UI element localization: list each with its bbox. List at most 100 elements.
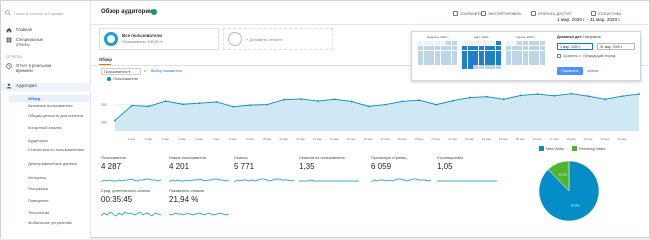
calendar-day[interactable] bbox=[423, 45, 429, 51]
calendar-day[interactable] bbox=[423, 50, 429, 55]
export-button[interactable]: ЭКСПОРТИРОВАТЬ bbox=[481, 11, 522, 16]
calendar-day[interactable] bbox=[467, 60, 473, 65]
sidebar-subitem-demographics[interactable]: Демографические данные bbox=[28, 161, 86, 167]
calendar-feb[interactable] bbox=[418, 41, 458, 65]
calendar-day[interactable] bbox=[539, 41, 545, 46]
calendar-day[interactable] bbox=[511, 55, 517, 60]
calendar-day[interactable] bbox=[446, 45, 452, 51]
calendar-day[interactable] bbox=[479, 45, 485, 51]
metric-select[interactable]: Пользователи ▾ bbox=[101, 68, 141, 75]
calendar-apr[interactable] bbox=[506, 41, 546, 65]
sidebar-subitem-active-users[interactable]: Активные пользователи bbox=[28, 103, 86, 109]
calendar-day[interactable] bbox=[473, 50, 479, 55]
metric-tile[interactable]: Сеансы 5 771 bbox=[234, 156, 294, 186]
calendar-day[interactable] bbox=[539, 45, 545, 51]
calendar-day[interactable] bbox=[418, 45, 424, 51]
calendar-day[interactable] bbox=[523, 50, 529, 55]
calendar-day[interactable] bbox=[446, 60, 452, 65]
calendar-day[interactable] bbox=[484, 55, 490, 60]
calendar-day[interactable] bbox=[490, 64, 496, 70]
calendar-day[interactable] bbox=[435, 60, 441, 65]
metric-tile[interactable]: Сред. длительность сеанса 00:35:45 bbox=[101, 189, 161, 219]
calendar-day[interactable] bbox=[446, 50, 452, 55]
sidebar-item-realtime[interactable]: Отчет в реальном времени bbox=[1, 63, 91, 73]
add-segment-button[interactable]: + Добавить сегмент bbox=[223, 28, 333, 50]
calendar-day[interactable] bbox=[440, 50, 446, 55]
sidebar-subitem-technology[interactable]: Технологии bbox=[28, 210, 86, 216]
calendar-day[interactable] bbox=[506, 50, 512, 55]
calendar-day[interactable] bbox=[479, 64, 485, 70]
calendar-day[interactable] bbox=[467, 50, 473, 55]
calendar-day[interactable] bbox=[479, 55, 485, 60]
calendar-day[interactable] bbox=[534, 45, 540, 51]
calendar-day[interactable] bbox=[446, 41, 452, 46]
calendar-day[interactable] bbox=[440, 55, 446, 60]
segment-all-users[interactable]: Все пользователи Пользователи: 100,00 % bbox=[99, 28, 219, 50]
calendar-day[interactable] bbox=[429, 60, 435, 65]
calendar-day[interactable] bbox=[451, 60, 457, 65]
calendar-day[interactable] bbox=[467, 55, 473, 60]
calendar-mar[interactable] bbox=[462, 41, 502, 70]
calendar-day[interactable] bbox=[467, 45, 473, 51]
calendar-day[interactable] bbox=[495, 55, 501, 60]
calendar-day[interactable] bbox=[490, 41, 496, 46]
calendar-day[interactable] bbox=[534, 41, 540, 46]
calendar-day[interactable] bbox=[484, 64, 490, 70]
calendar-day[interactable] bbox=[435, 55, 441, 60]
sidebar-item-audience[interactable]: Аудитория bbox=[1, 83, 91, 91]
calendar-day[interactable] bbox=[479, 60, 485, 65]
share-button[interactable]: ОТКРЫТЬ ДОСТУП bbox=[531, 11, 571, 16]
calendar-day[interactable] bbox=[462, 50, 468, 55]
sidebar-subitem-overview[interactable]: Обзор bbox=[9, 95, 89, 102]
calendar-day[interactable] bbox=[539, 50, 545, 55]
calendar-day[interactable] bbox=[418, 50, 424, 55]
calendar-day[interactable] bbox=[517, 50, 523, 55]
calendar-day[interactable] bbox=[435, 50, 441, 55]
calendar-day[interactable] bbox=[534, 55, 540, 60]
save-button[interactable]: СОХРАНИТЬ bbox=[453, 11, 482, 16]
calendar-day[interactable] bbox=[479, 50, 485, 55]
calendar-day[interactable] bbox=[484, 50, 490, 55]
sidebar-subitem-interests[interactable]: Интересы bbox=[28, 175, 86, 181]
calendar-day[interactable] bbox=[517, 41, 523, 46]
calendar-day[interactable] bbox=[534, 60, 540, 65]
calendar-day[interactable] bbox=[429, 50, 435, 55]
metric-tile[interactable]: Новые пользователи 4 201 bbox=[169, 156, 229, 186]
sidebar-subitem-geo[interactable]: География bbox=[28, 186, 86, 192]
sidebar-subitem-cohort[interactable]: Когортный анализ bbox=[28, 125, 86, 131]
sidebar-item-home[interactable]: Главная bbox=[1, 27, 91, 33]
compare-toggle[interactable]: Сравнить с: Предыдущий период bbox=[557, 54, 615, 58]
calendar-day[interactable] bbox=[517, 60, 523, 65]
calendar-day[interactable] bbox=[473, 45, 479, 51]
metric-tile[interactable]: Показатель отказов 21,94 % bbox=[169, 189, 229, 219]
calendar-day[interactable] bbox=[479, 41, 485, 46]
select-metric-link[interactable]: Выбор показателя bbox=[151, 69, 182, 73]
sidebar-subitem-lifetime-value[interactable]: Общая ценность для клиента bbox=[28, 113, 86, 119]
calendar-day[interactable] bbox=[462, 55, 468, 60]
calendar-day[interactable] bbox=[511, 50, 517, 55]
start-date-input[interactable]: 1 мар. 2020 г. bbox=[557, 43, 593, 50]
calendar-day[interactable] bbox=[517, 45, 523, 51]
calendar-day[interactable] bbox=[435, 41, 441, 46]
insights-button[interactable]: СТАТИСТИКА bbox=[591, 11, 621, 16]
calendar-day[interactable] bbox=[423, 41, 429, 46]
calendar-day[interactable] bbox=[511, 60, 517, 65]
calendar-day[interactable] bbox=[528, 45, 534, 51]
apply-button[interactable]: Применить bbox=[557, 67, 583, 75]
calendar-day[interactable] bbox=[495, 50, 501, 55]
calendar-day[interactable] bbox=[506, 45, 512, 51]
metric-tile[interactable]: Страниц/сеанс 1,05 bbox=[437, 156, 497, 186]
calendar-day[interactable] bbox=[528, 55, 534, 60]
calendar-day[interactable] bbox=[484, 60, 490, 65]
calendar-day[interactable] bbox=[451, 50, 457, 55]
range-mode[interactable]: Настроить bbox=[583, 35, 601, 39]
calendar-day[interactable] bbox=[495, 60, 501, 65]
calendar-day[interactable] bbox=[506, 60, 512, 65]
calendar-day[interactable] bbox=[511, 45, 517, 51]
calendar-day[interactable] bbox=[429, 41, 435, 46]
metric-tile[interactable]: Сеансов на пользователя 1,35 bbox=[299, 156, 359, 186]
calendar-day[interactable] bbox=[429, 55, 435, 60]
calendar-day[interactable] bbox=[534, 50, 540, 55]
sidebar-subitem-user-explorer[interactable]: Статистика по пользователям bbox=[28, 147, 86, 153]
calendar-day[interactable] bbox=[418, 41, 424, 46]
